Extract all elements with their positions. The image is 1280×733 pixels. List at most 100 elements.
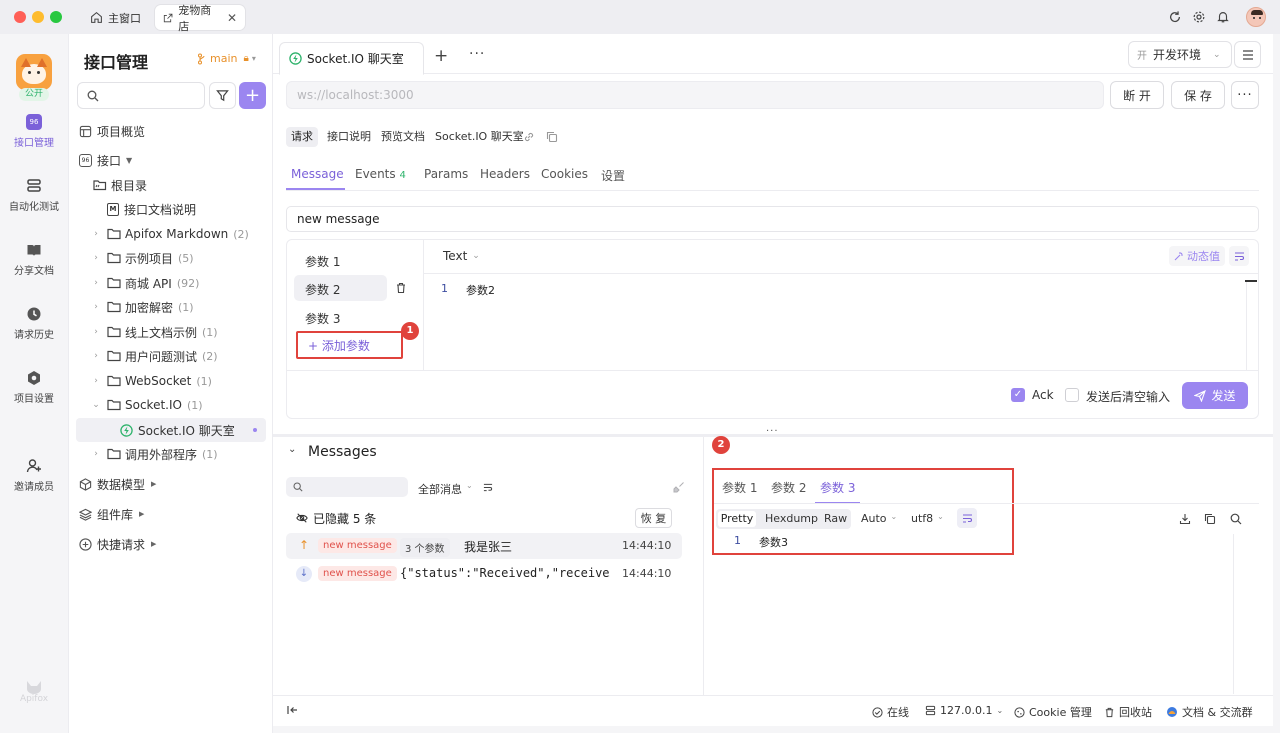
zoom-window-button[interactable] <box>50 11 62 23</box>
format-tab-raw[interactable]: Raw <box>824 511 847 527</box>
encoding-select[interactable]: utf8 ⌄ <box>911 512 944 525</box>
tree-item-folder[interactable]: › 商城 API (92) <box>69 271 273 295</box>
restore-button[interactable]: 恢 复 <box>635 508 672 528</box>
save-button[interactable]: 保 存 <box>1171 81 1225 109</box>
copy-icon[interactable] <box>1204 513 1216 525</box>
tree-item-folder[interactable]: › 用户问题测试 (2) <box>69 344 273 368</box>
detail-tab[interactable]: 参数 1 <box>722 479 757 496</box>
subtab-params[interactable]: Params <box>424 167 468 181</box>
more-button[interactable]: ··· <box>1231 81 1259 109</box>
online-status[interactable]: 在线 <box>872 704 909 720</box>
format-tab-pretty[interactable]: Pretty <box>718 511 756 527</box>
more-tabs-icon[interactable]: ··· <box>469 46 485 62</box>
tree-item-components[interactable]: 组件库 ▶ <box>69 502 273 526</box>
window-tab-petstore[interactable]: 宠物商店 ✕ <box>155 4 245 33</box>
tree-item-folder[interactable]: › 加密解密 (1) <box>69 295 273 319</box>
detail-scrollbar[interactable] <box>1233 534 1234 694</box>
wrap-toggle-button[interactable] <box>1229 246 1249 266</box>
resizer-handle-icon[interactable]: ··· <box>766 426 779 437</box>
format-tab-hexdump[interactable]: Hexdump <box>765 511 818 527</box>
window-tab-home[interactable]: 主窗口 <box>82 5 149 30</box>
subtab-cookies[interactable]: Cookies <box>541 167 588 181</box>
trash-icon[interactable] <box>395 282 407 294</box>
tree-item-quick-request[interactable]: 快捷请求 ▶ <box>69 532 273 556</box>
mode-tab-preview[interactable]: 预览文档 <box>381 127 425 147</box>
filter-button[interactable] <box>209 82 236 109</box>
subtab-message[interactable]: Message <box>291 167 344 181</box>
branch-selector[interactable]: main 🔒︎ ▾ <box>197 52 256 65</box>
collapse-sidebar-icon[interactable] <box>287 705 299 715</box>
tree-item-socketio-chat[interactable]: Socket.IO 聊天室 <box>76 418 266 442</box>
editor-scrollbar[interactable] <box>1246 280 1247 370</box>
message-row[interactable]: ↓ new message {"status":"Received","rece… <box>286 561 682 587</box>
add-button[interactable]: + <box>239 82 266 109</box>
subtab-settings[interactable]: 设置 <box>601 167 625 184</box>
detail-wrap-button[interactable] <box>957 508 977 528</box>
add-param-button[interactable]: + 添加参数 <box>308 337 370 354</box>
message-row[interactable]: ↑ new message 3 个参数 我是张三 14:44:10 <box>286 533 682 559</box>
mode-tab-doc[interactable]: 接口说明 <box>327 127 371 147</box>
subtab-events[interactable]: Events 4 <box>355 167 406 181</box>
tree-item-folder[interactable]: › 调用外部程序 (1) <box>69 442 273 466</box>
search-icon[interactable] <box>1230 513 1242 525</box>
docs-community-link[interactable]: 文档 & 交流群 <box>1166 704 1253 720</box>
wrap-icon[interactable] <box>483 483 493 492</box>
ack-checkbox[interactable]: ✓ <box>1011 388 1025 402</box>
url-input[interactable]: ws://localhost:3000 <box>286 81 1104 109</box>
tree-item-interfaces[interactable]: 96 接口 ▼ <box>69 148 273 172</box>
collapse-chevron-icon[interactable]: ⌄ <box>288 444 296 455</box>
tree-item-folder[interactable]: ⌄ Socket.IO (1) <box>69 393 273 417</box>
new-tab-plus-icon[interactable]: + <box>434 46 448 66</box>
close-tab-icon[interactable]: ✕ <box>227 11 237 25</box>
rail-item-history[interactable]: 请求历史 <box>0 306 68 341</box>
bell-icon[interactable] <box>1216 10 1230 24</box>
dynamic-value-button[interactable]: 动态值 <box>1169 246 1225 266</box>
rail-item-share[interactable]: 分享文档 <box>0 242 68 277</box>
message-filter-select[interactable]: 全部消息 ⌄ <box>418 481 473 497</box>
mode-tab-request[interactable]: 请求 <box>286 127 318 147</box>
tree-item-root[interactable]: 根目录 <box>69 173 273 197</box>
refresh-icon[interactable] <box>1168 10 1182 24</box>
tree-item-data-model[interactable]: 数据模型 ▶ <box>69 472 273 496</box>
rail-item-api[interactable]: 96 接口管理 <box>0 114 68 149</box>
host-selector[interactable]: 127.0.0.1 ⌄ <box>925 704 1003 717</box>
avatar[interactable] <box>1246 7 1266 27</box>
menu-button[interactable] <box>1234 41 1261 68</box>
minimize-window-button[interactable] <box>32 11 44 23</box>
param-item-selected[interactable]: 参数 2 <box>294 275 405 301</box>
copy-icon[interactable] <box>546 131 558 143</box>
tree-item-doc[interactable]: M 接口文档说明 <box>69 197 273 221</box>
clear-after-send-checkbox[interactable] <box>1065 388 1079 402</box>
download-icon[interactable] <box>1179 513 1191 525</box>
tree-item-folder[interactable]: › Apifox Markdown (2) <box>69 222 273 246</box>
rail-item-invite[interactable]: 邀请成员 <box>0 458 68 493</box>
param-item[interactable]: 参数 3 <box>305 310 340 327</box>
editor-content[interactable]: 参数2 <box>466 282 495 298</box>
gear-icon[interactable] <box>1192 10 1206 24</box>
environment-select[interactable]: 开 开发环境 ⌄ <box>1128 41 1232 68</box>
rail-item-autotest[interactable]: 自动化测试 <box>0 178 68 213</box>
link-icon[interactable] <box>523 131 535 143</box>
cookie-manager[interactable]: Cookie 管理 <box>1014 704 1092 720</box>
tree-search-input[interactable] <box>77 82 205 109</box>
subtab-headers[interactable]: Headers <box>480 167 530 181</box>
trash-link[interactable]: 回收站 <box>1104 704 1152 720</box>
detail-tab[interactable]: 参数 2 <box>771 479 806 496</box>
tree-item-folder[interactable]: › 示例项目 (5) <box>69 246 273 270</box>
close-window-button[interactable] <box>14 11 26 23</box>
disconnect-button[interactable]: 断 开 <box>1110 81 1164 109</box>
auto-select[interactable]: Auto ⌄ <box>861 512 897 525</box>
rail-item-settings[interactable]: 项目设置 <box>0 370 68 405</box>
body-type-select[interactable]: Text ⌄ <box>443 249 480 263</box>
clear-broom-icon[interactable] <box>673 481 685 493</box>
project-logo[interactable] <box>16 54 52 90</box>
param-item[interactable]: 参数 1 <box>305 253 340 270</box>
detail-tab-active[interactable]: 参数 3 <box>820 479 855 496</box>
tree-item-overview[interactable]: 项目概览 <box>69 119 273 143</box>
send-button[interactable]: 发送 <box>1182 382 1248 409</box>
event-name-input[interactable]: new message <box>286 206 1259 232</box>
request-tab-socketio[interactable]: Socket.IO 聊天室 <box>279 42 424 75</box>
messages-search-input[interactable] <box>286 477 408 497</box>
tree-item-folder[interactable]: › 线上文档示例 (1) <box>69 320 273 344</box>
tree-item-folder[interactable]: › WebSocket (1) <box>69 369 273 393</box>
